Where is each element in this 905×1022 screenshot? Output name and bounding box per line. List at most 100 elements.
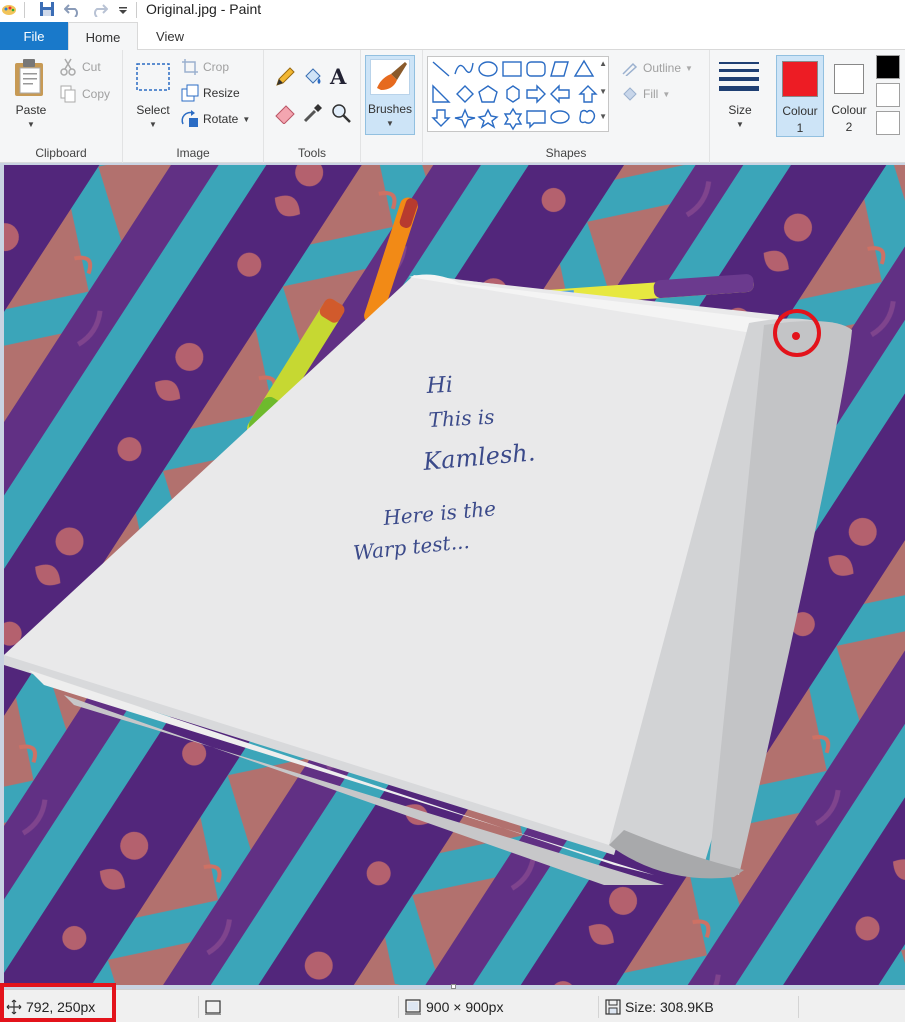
crop-icon <box>182 59 198 75</box>
image-dimensions-text: 900 × 900px <box>426 998 504 1015</box>
clipboard-group: Paste ▼ Cut Copy Clipboard <box>0 50 123 163</box>
tab-home[interactable]: Home <box>68 22 138 51</box>
file-size: Size: 308.9KB <box>605 990 714 1022</box>
outline-dropdown-icon[interactable]: ▼ <box>685 64 693 73</box>
status-separator <box>198 996 199 1018</box>
colour2-button[interactable]: Colour 2 <box>826 55 874 137</box>
palette-swatch-empty[interactable] <box>876 111 900 135</box>
fill-bucket-icon[interactable] <box>302 66 324 91</box>
status-separator <box>398 996 399 1018</box>
colour1-button[interactable]: Colour 1 <box>776 55 824 137</box>
outline-label: Outline <box>643 61 682 75</box>
fill-icon <box>623 87 637 101</box>
copy-label: Copy <box>82 87 111 101</box>
select-label: Select <box>136 103 170 117</box>
outline-button[interactable]: Outline ▼ <box>621 60 693 76</box>
clipboard-group-label: Clipboard <box>35 146 87 160</box>
tab-file[interactable]: File <box>0 22 68 50</box>
select-rectangle-icon <box>136 63 170 91</box>
annotation-point <box>792 332 800 340</box>
crop-button[interactable]: Crop <box>181 58 229 76</box>
color-picker-icon[interactable] <box>302 102 324 127</box>
select-button[interactable]: Select ▼ <box>131 56 175 132</box>
selection-size-icon <box>205 999 221 1015</box>
colour2-label-line2: 2 <box>845 120 853 134</box>
magnifier-icon[interactable] <box>330 102 352 127</box>
cursor-position-highlight <box>0 983 116 1022</box>
palette-swatch-white[interactable] <box>876 83 900 107</box>
palette-swatch-black[interactable] <box>876 55 900 79</box>
pencil-icon[interactable] <box>274 66 296 91</box>
colour1-label-line1: Colour <box>782 104 818 118</box>
redo-icon[interactable] <box>90 0 108 18</box>
shapes-scroll-down-icon[interactable]: ▼ <box>599 87 607 96</box>
size-button[interactable]: Size ▼ <box>715 56 765 136</box>
copy-button[interactable]: Copy <box>60 85 110 103</box>
shapes-group-label: Shapes <box>545 146 587 160</box>
brush-icon <box>370 59 410 95</box>
tools-group: A Tools <box>264 50 361 163</box>
image-group-label: Image <box>176 146 210 160</box>
canvas-area[interactable]: Hi This is Kamlesh. Here is the Warp tes… <box>0 163 905 989</box>
shapes-gallery-icons <box>431 59 598 131</box>
tab-view[interactable]: View <box>138 22 202 51</box>
handwriting-line-1: Hi <box>425 373 454 399</box>
copy-icon <box>60 85 76 103</box>
paste-button[interactable]: Paste ▼ <box>8 56 54 132</box>
colour2-label-line1: Colour <box>831 103 867 117</box>
handwriting-line-2: This is <box>428 405 495 432</box>
fill-dropdown-icon[interactable]: ▼ <box>662 90 670 99</box>
rotate-dropdown-icon[interactable]: ▼ <box>242 115 250 124</box>
resize-label: Resize <box>203 86 240 100</box>
crop-label: Crop <box>203 60 230 74</box>
file-size-text: Size: 308.9KB <box>625 998 714 1015</box>
text-icon[interactable]: A <box>330 64 346 89</box>
size-group: Size ▼ <box>710 50 772 163</box>
size-label: Size <box>728 103 752 117</box>
select-dropdown-icon[interactable]: ▼ <box>149 120 157 129</box>
customize-quick-access-icon[interactable] <box>114 0 132 18</box>
disk-icon <box>605 998 621 1015</box>
status-bar: 792, 250px 900 × 900px Size: 308.9KB <box>0 989 905 1022</box>
paint-app-icon[interactable] <box>0 0 18 18</box>
shapes-scroll-up-icon[interactable]: ▲ <box>599 59 607 68</box>
fill-label: Fill <box>643 87 659 101</box>
eraser-icon[interactable] <box>274 102 296 127</box>
image-group: Select ▼ Crop Resize Rotate ▼ Image <box>123 50 264 163</box>
undo-icon[interactable] <box>64 0 82 18</box>
cut-button[interactable]: Cut <box>60 58 101 76</box>
paste-label: Paste <box>15 103 47 117</box>
paste-icon <box>15 59 43 96</box>
image-dimensions-icon <box>405 998 421 1014</box>
title-bar: Original.jpg - Paint <box>0 0 905 22</box>
scissors-icon <box>60 58 76 76</box>
brushes-button[interactable]: Brushes ▼ <box>365 55 415 135</box>
photo-canvas[interactable]: Hi This is Kamlesh. Here is the Warp tes… <box>4 165 905 985</box>
colour2-swatch <box>834 64 864 94</box>
save-icon[interactable] <box>38 0 56 18</box>
status-separator <box>798 996 799 1018</box>
fill-button[interactable]: Fill ▼ <box>621 86 670 102</box>
rotate-icon <box>181 110 198 127</box>
paste-dropdown-icon[interactable]: ▼ <box>27 120 35 129</box>
shapes-expand-icon[interactable]: ▼ <box>599 112 607 121</box>
image-dimensions: 900 × 900px <box>404 990 503 1022</box>
brushes-dropdown-icon[interactable]: ▼ <box>386 119 394 128</box>
brushes-group: Brushes ▼ <box>361 50 423 163</box>
window-title: Original.jpg - Paint <box>146 1 262 17</box>
cut-label: Cut <box>82 60 101 74</box>
shapes-gallery[interactable]: ▲ ▼ ▼ <box>427 56 609 132</box>
brushes-label: Brushes <box>367 102 413 116</box>
shapes-group: ▲ ▼ ▼ Outline ▼ Fill ▼ Shapes <box>423 50 710 163</box>
colour1-swatch <box>782 61 818 97</box>
resize-button[interactable]: Resize <box>181 84 240 102</box>
ribbon-tabs: File Home View <box>0 22 905 51</box>
size-dropdown-icon[interactable]: ▼ <box>736 120 744 129</box>
line-size-icon <box>719 62 759 91</box>
colour1-label-line2: 1 <box>796 121 804 135</box>
status-separator <box>598 996 599 1018</box>
resize-icon <box>181 84 199 102</box>
rotate-label: Rotate <box>203 112 239 126</box>
selection-size <box>204 990 222 1022</box>
rotate-button[interactable]: Rotate ▼ <box>181 110 250 128</box>
